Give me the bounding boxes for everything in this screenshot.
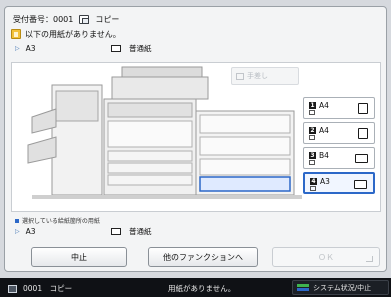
paper-type-icon (310, 186, 316, 191)
other-function-button[interactable]: 他のファンクションへ (148, 247, 258, 267)
selected-paper-size: A3 (25, 226, 36, 236)
manual-feed-label: 手差し (247, 72, 268, 80)
screen: 受付番号：0001 コピー 以下の用紙がありません。 ▷ A3 普通紙 手差し … (0, 0, 391, 297)
ok-button[interactable]: ＯＫ (272, 247, 380, 267)
drawer-2-button[interactable]: 2 A4 (303, 122, 375, 144)
mode-label: コピー (95, 14, 120, 24)
plain-paper-icon (111, 44, 121, 52)
required-paper-type: 普通紙 (129, 43, 152, 53)
drawer-number: 4 (310, 178, 317, 185)
other-function-button-label: 他のファンクションへ (163, 252, 243, 262)
required-paper-size: A3 (25, 43, 36, 53)
paper-type-icon (309, 160, 315, 165)
header-message-line: 以下の用紙がありません。 (11, 28, 121, 40)
manual-feed-button: 手差し (231, 67, 299, 85)
message-icon (11, 29, 21, 39)
system-monitor-label: システム状況/中止 (313, 283, 372, 292)
header-job-line: 受付番号：0001 コピー (13, 13, 119, 25)
drawer-3-button[interactable]: 3 B4 (303, 147, 375, 169)
legend-square-icon (15, 218, 19, 223)
drawer-number: 2 (309, 127, 316, 134)
enter-corner-icon (366, 256, 373, 262)
drawer-size: A4 (319, 126, 329, 135)
drawer-number: 1 (309, 102, 316, 109)
paper-type-icon (309, 135, 315, 140)
portrait-paper-icon (358, 128, 368, 139)
status-job: 0001 コピー (8, 283, 72, 294)
triangle-bullet-icon: ▷ (15, 227, 20, 235)
paper-error-panel: 受付番号：0001 コピー 以下の用紙がありません。 ▷ A3 普通紙 手差し … (4, 6, 387, 272)
drawer-size: A3 (320, 177, 330, 186)
error-message: 以下の用紙がありません。 (25, 29, 121, 39)
drawer-number: 3 (309, 152, 316, 159)
selected-paper-type: 普通紙 (129, 226, 152, 236)
portrait-paper-icon (358, 103, 368, 114)
status-bar: 0001 コピー 用紙がありません。 システム状況/中止 (0, 278, 391, 297)
drawer-size: B4 (319, 151, 329, 160)
selected-paper-row: ▷ A3 普通紙 (15, 226, 152, 236)
triangle-bullet-icon: ▷ (15, 44, 20, 52)
manual-feed-icon (236, 72, 244, 80)
legend-text: 選択している給紙箇所の用紙 (22, 218, 100, 225)
required-paper-row: ▷ A3 普通紙 (15, 43, 152, 53)
drawer-1-button[interactable]: 1 A4 (303, 97, 375, 119)
selected-source-legend: 選択している給紙箇所の用紙 (15, 216, 100, 225)
copy-mode-icon (79, 14, 90, 24)
drawer-size: A4 (319, 101, 329, 110)
drawer-4-button[interactable]: 4 A3 (303, 172, 375, 194)
cancel-button[interactable]: 中止 (31, 247, 127, 267)
system-status-icon (297, 284, 309, 291)
job-icon (8, 284, 17, 293)
paper-type-icon (309, 110, 315, 115)
plain-paper-icon (111, 227, 121, 235)
job-number: 受付番号：0001 (13, 14, 74, 24)
status-message: 用紙がありません。 (168, 284, 236, 293)
ok-button-label: ＯＫ (318, 252, 334, 262)
system-monitor-button[interactable]: システム状況/中止 (292, 280, 389, 295)
status-job-label: 0001 コピー (23, 284, 73, 293)
landscape-paper-icon (354, 180, 367, 189)
cancel-button-label: 中止 (71, 252, 87, 262)
landscape-paper-icon (355, 154, 368, 163)
